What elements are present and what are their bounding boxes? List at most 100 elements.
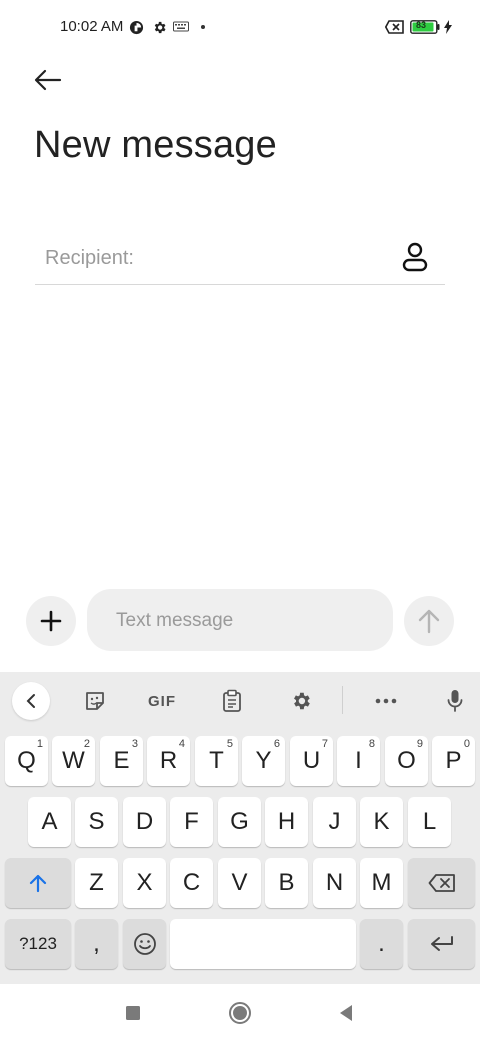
shift-arrow-up-icon	[29, 874, 47, 893]
clipboard-button[interactable]	[217, 682, 247, 720]
key-label: W	[62, 747, 85, 774]
key-x[interactable]: X	[123, 858, 166, 908]
recipient-input[interactable]	[43, 242, 377, 274]
key-hint: 4	[178, 738, 185, 750]
comma-key[interactable]: ,	[75, 919, 118, 969]
arrow-up-icon	[418, 609, 440, 634]
charging-bolt-icon	[443, 19, 453, 35]
clipboard-icon	[223, 689, 241, 712]
home-button[interactable]	[227, 1000, 253, 1026]
key-h[interactable]: H	[265, 797, 308, 847]
key-label: R	[159, 747, 178, 774]
key-hint: 0	[463, 738, 470, 750]
key-label: I	[355, 747, 362, 774]
microphone-icon	[447, 690, 463, 712]
key-r[interactable]: R4	[147, 736, 190, 786]
space-key[interactable]	[170, 919, 356, 969]
chevron-left-icon	[26, 694, 35, 708]
contact-picker-button[interactable]	[399, 240, 431, 274]
period-key[interactable]: .	[360, 919, 403, 969]
key-q[interactable]: Q1	[5, 736, 48, 786]
system-navigation-bar	[0, 984, 480, 1040]
gear-icon	[294, 692, 310, 710]
key-label: Q	[17, 747, 36, 774]
key-hint: 6	[273, 738, 280, 750]
voice-input-button[interactable]	[441, 682, 469, 720]
key-g[interactable]: G	[218, 797, 261, 847]
key-label: U	[302, 747, 321, 774]
key-label: Y	[255, 747, 272, 774]
status-bar: 10:02 AM 83	[0, 0, 480, 56]
person-icon	[402, 242, 428, 272]
key-u[interactable]: U7	[290, 736, 333, 786]
circle-home-icon	[229, 1002, 251, 1024]
key-p[interactable]: P0	[432, 736, 475, 786]
backspace-icon	[428, 874, 455, 892]
attach-button[interactable]	[26, 596, 76, 646]
nav-back-button[interactable]	[333, 1000, 359, 1026]
key-label: E	[113, 747, 130, 774]
key-i[interactable]: I8	[337, 736, 380, 786]
recipient-row	[35, 230, 445, 285]
send-button[interactable]	[404, 596, 454, 646]
page-title: New message	[34, 124, 277, 166]
key-l[interactable]: L	[408, 797, 451, 847]
key-hint: 2	[83, 738, 90, 750]
key-w[interactable]: W2	[52, 736, 95, 786]
keyboard-settings-button[interactable]	[286, 682, 316, 720]
toolbar-divider	[342, 686, 343, 714]
key-m[interactable]: M	[360, 858, 403, 908]
key-j[interactable]: J	[313, 797, 356, 847]
key-y[interactable]: Y6	[242, 736, 285, 786]
key-hint: 1	[36, 738, 43, 750]
no-sim-icon	[384, 19, 404, 35]
status-time: 10:02 AM	[60, 18, 124, 35]
message-field-container	[87, 589, 393, 651]
key-hint: 8	[368, 738, 375, 750]
backspace-key[interactable]	[408, 858, 475, 908]
arrow-left-icon	[34, 69, 62, 91]
key-o[interactable]: O9	[385, 736, 428, 786]
key-z[interactable]: Z	[75, 858, 118, 908]
key-v[interactable]: V	[218, 858, 261, 908]
battery-level: 83	[416, 20, 427, 30]
more-options-button[interactable]	[371, 682, 401, 720]
key-b[interactable]: B	[265, 858, 308, 908]
key-hint: 3	[131, 738, 138, 750]
key-c[interactable]: C	[170, 858, 213, 908]
data-saver-icon	[128, 19, 144, 35]
gif-label: GIF	[148, 692, 176, 710]
emoji-key[interactable]	[123, 919, 166, 969]
keyboard-collapse-button[interactable]	[12, 682, 50, 720]
key-hint: 9	[416, 738, 423, 750]
message-input[interactable]	[114, 605, 378, 637]
key-label: P	[445, 747, 462, 774]
key-s[interactable]: S	[75, 797, 118, 847]
key-a[interactable]: A	[28, 797, 71, 847]
key-n[interactable]: N	[313, 858, 356, 908]
key-t[interactable]: T5	[195, 736, 238, 786]
symbols-key[interactable]: ?123	[5, 919, 71, 969]
key-f[interactable]: F	[170, 797, 213, 847]
triangle-back-icon	[340, 1005, 352, 1021]
key-k[interactable]: K	[360, 797, 403, 847]
gif-button[interactable]: GIF	[143, 682, 181, 720]
emoji-smiley-icon	[133, 933, 156, 955]
key-hint: 5	[226, 738, 233, 750]
plus-icon	[40, 610, 62, 632]
keyboard: GIF Q1 W2 E3 R4 T5 Y6 U7 I8 O9 P0 A S D …	[0, 672, 480, 984]
key-e[interactable]: E3	[100, 736, 143, 786]
battery-icon: 83	[410, 19, 440, 35]
enter-key[interactable]	[408, 919, 475, 969]
back-button[interactable]	[30, 62, 66, 98]
keyboard-icon	[173, 19, 189, 35]
enter-return-icon	[430, 936, 453, 951]
recents-button[interactable]	[120, 1000, 146, 1026]
shift-key[interactable]	[5, 858, 71, 908]
sticker-icon	[86, 692, 104, 710]
notification-dot-icon	[199, 19, 207, 35]
key-label: O	[397, 747, 416, 774]
key-d[interactable]: D	[123, 797, 166, 847]
sticker-button[interactable]	[80, 682, 110, 720]
square-recents-icon	[126, 1006, 140, 1020]
